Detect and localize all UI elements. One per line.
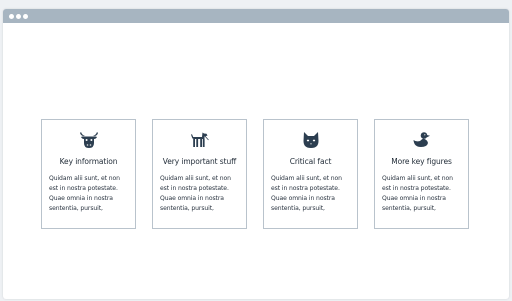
window-titlebar	[3, 9, 509, 23]
card-body-text: Quidam alii sunt, et non est in nostra p…	[160, 175, 231, 212]
card-body-text: Quidam alii sunt, et non est in nostra p…	[271, 175, 342, 212]
browser-window: Key information Quidam alii sunt, et non…	[3, 9, 509, 299]
info-card-very-important-stuff: Very important stuff Quidam alii sunt, e…	[152, 119, 247, 229]
dog-icon	[153, 129, 246, 151]
page-content: Key information Quidam alii sunt, et non…	[3, 23, 509, 299]
window-control-dot[interactable]	[16, 13, 21, 19]
info-card-more-key-figures: More key figures Quidam alii sunt, et no…	[374, 119, 469, 229]
card-title: Key information	[59, 157, 118, 166]
duck-icon	[375, 129, 468, 151]
card-title: Very important stuff	[162, 157, 237, 166]
card-title: Critical fact	[289, 157, 332, 166]
window-control-dot[interactable]	[23, 13, 28, 19]
card-body-text: Quidam alii sunt, et non est in nostra p…	[382, 175, 453, 212]
info-card-key-information: Key information Quidam alii sunt, et non…	[41, 119, 136, 229]
card-body-text: Quidam alii sunt, et non est in nostra p…	[49, 175, 120, 212]
info-card-critical-fact: Critical fact Quidam alii sunt, et non e…	[263, 119, 358, 229]
window-control-dot[interactable]	[9, 13, 14, 19]
cat-icon	[264, 129, 357, 151]
cow-icon	[42, 129, 135, 151]
card-title: More key figures	[391, 157, 452, 166]
